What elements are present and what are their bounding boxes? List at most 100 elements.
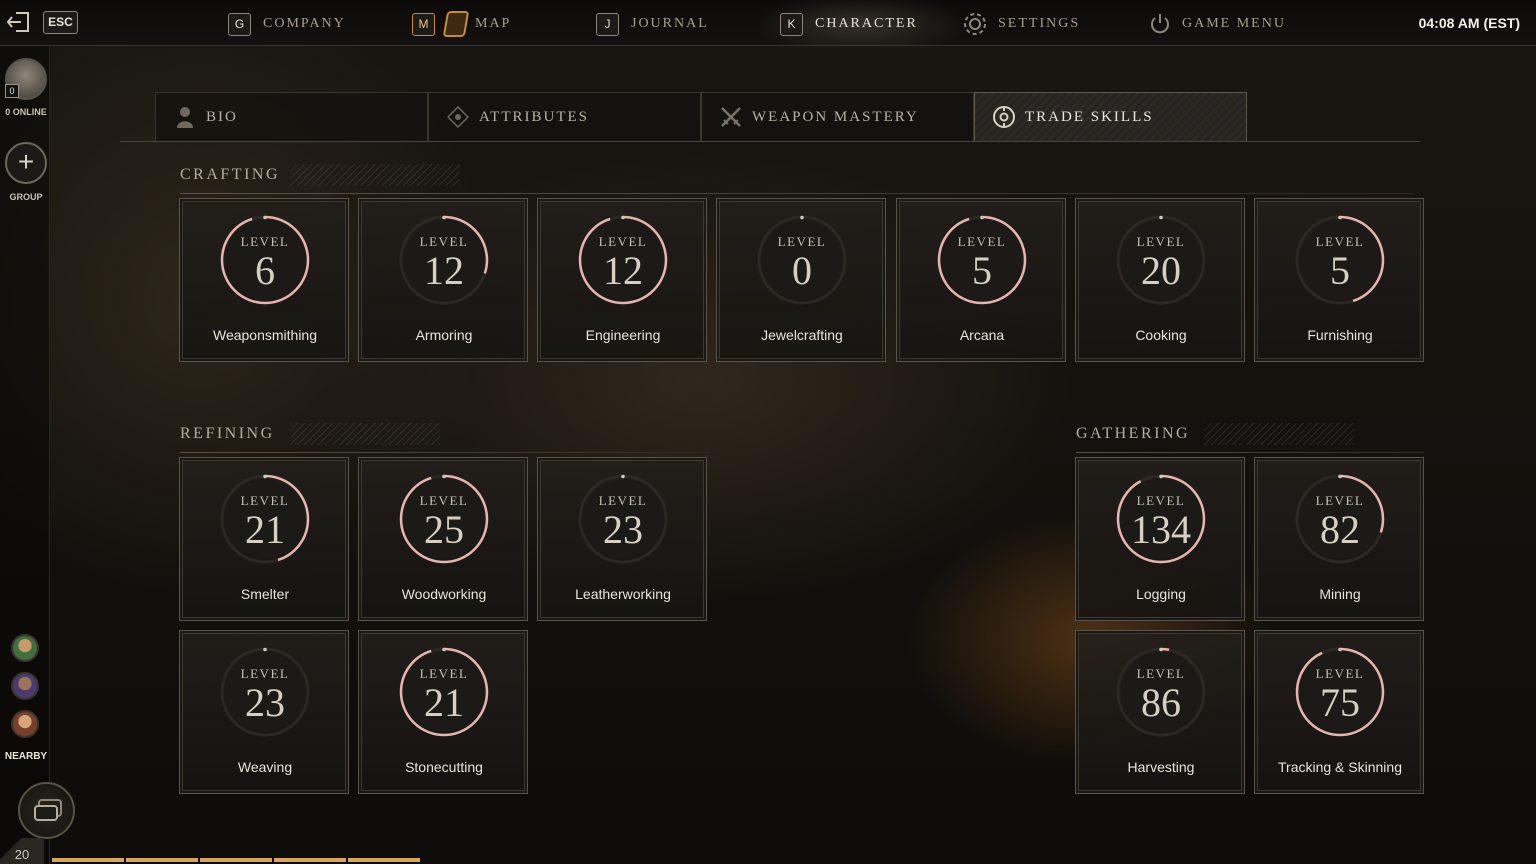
- header-hatch: [1204, 423, 1354, 445]
- tab-weapon-mastery[interactable]: WEAPON MASTERY: [701, 92, 974, 142]
- skill-card-logging[interactable]: LEVEL 134 Logging: [1075, 457, 1245, 621]
- skill-name: Armoring: [415, 327, 473, 343]
- tab-label: BIO: [206, 108, 238, 125]
- group-add-button[interactable]: +: [5, 142, 47, 184]
- skill-name: Weaponsmithing: [212, 327, 318, 343]
- skill-level-value: 134: [1131, 507, 1191, 552]
- nav-label: SETTINGS: [998, 16, 1081, 31]
- section-rule: [180, 193, 1414, 194]
- nearby-player-avatar[interactable]: [11, 672, 39, 700]
- tabs-divider: [120, 141, 1420, 142]
- skill-level-value: 75: [1320, 680, 1360, 725]
- nearby-label: NEARBY: [4, 751, 48, 762]
- skill-name: Stonecutting: [405, 759, 483, 775]
- tab-trade-skills[interactable]: TRADE SKILLS: [974, 92, 1247, 142]
- clock: 04:08 AM (EST): [1418, 15, 1520, 31]
- map-icon: [442, 11, 470, 37]
- top-bar: ESC G COMPANY M MAP J JOURNAL K CHARACTE…: [0, 0, 1536, 46]
- section-title: GATHERING: [1076, 425, 1191, 442]
- skill-name: Smelter: [240, 586, 290, 602]
- company-hotkey: G: [228, 12, 251, 36]
- skill-card-harvesting[interactable]: LEVEL 86 Harvesting: [1075, 630, 1245, 794]
- nearby-player-avatar[interactable]: [11, 710, 39, 738]
- nav-company[interactable]: G COMPANY: [228, 12, 346, 36]
- skill-level-value: 86: [1141, 680, 1181, 725]
- skill-card-weaponsmithing[interactable]: LEVEL 6 Weaponsmithing: [179, 198, 349, 362]
- exit-icon[interactable]: [5, 10, 31, 34]
- nav-character[interactable]: K CHARACTER: [780, 12, 918, 36]
- tab-bio[interactable]: BIO: [155, 92, 428, 142]
- skill-level-value: 21: [245, 507, 285, 552]
- character-hotkey: K: [780, 12, 803, 36]
- person-icon: [172, 104, 198, 130]
- skill-name: Harvesting: [1127, 759, 1195, 775]
- nav-settings[interactable]: SETTINGS: [962, 12, 1080, 36]
- character-tabs: BIO ATTRIBUTES WEAPON MASTERY TRADE SKIL…: [155, 92, 1249, 142]
- skill-name: Engineering: [585, 327, 661, 343]
- header-hatch: [290, 164, 460, 186]
- attribute-diamond-icon: [445, 104, 471, 130]
- skill-level-value: 23: [245, 680, 285, 725]
- skill-level-value: 0: [792, 248, 812, 293]
- journal-hotkey: J: [596, 12, 619, 36]
- power-icon: [1151, 14, 1169, 34]
- section-title: CRAFTING: [180, 166, 281, 183]
- skill-level-value: 20: [1141, 248, 1181, 293]
- nav-game-menu[interactable]: GAME MENU: [1148, 12, 1286, 36]
- xp-bar: [52, 858, 420, 862]
- trade-skills-icon: [991, 104, 1017, 130]
- skill-card-engineering[interactable]: LEVEL 12 Engineering: [537, 198, 707, 362]
- xp-segment: [274, 858, 346, 862]
- section-rule: [180, 452, 710, 453]
- chat-button[interactable]: [18, 782, 75, 839]
- xp-segment: [200, 858, 272, 862]
- nav-label: GAME MENU: [1182, 16, 1286, 31]
- skill-name: Mining: [1319, 586, 1361, 602]
- skill-level-value: 23: [603, 507, 643, 552]
- skill-card-cooking[interactable]: LEVEL 20 Cooking: [1075, 198, 1245, 362]
- xp-segment: [126, 858, 198, 862]
- xp-segment: [348, 858, 420, 862]
- refining-header: REFINING: [180, 423, 710, 453]
- skill-name: Cooking: [1135, 327, 1187, 343]
- skill-card-smelter[interactable]: LEVEL 21 Smelter: [179, 457, 349, 621]
- nav-map[interactable]: M MAP: [412, 11, 511, 37]
- skill-card-armoring[interactable]: LEVEL 12 Armoring: [358, 198, 528, 362]
- gear-icon: [964, 13, 986, 35]
- skill-card-arcana[interactable]: LEVEL 5 Arcana: [896, 198, 1066, 362]
- skill-card-furnishing[interactable]: LEVEL 5 Furnishing: [1254, 198, 1424, 362]
- tab-label: ATTRIBUTES: [479, 108, 589, 125]
- skill-card-woodworking[interactable]: LEVEL 25 Woodworking: [358, 457, 528, 621]
- gathering-header: GATHERING: [1076, 423, 1424, 453]
- nav-label: JOURNAL: [631, 16, 709, 31]
- skill-name: Logging: [1136, 586, 1186, 602]
- tab-label: TRADE SKILLS: [1025, 108, 1154, 125]
- skill-card-weaving[interactable]: LEVEL 23 Weaving: [179, 630, 349, 794]
- skill-card-mining[interactable]: LEVEL 82 Mining: [1254, 457, 1424, 621]
- skill-name: Leatherworking: [575, 586, 671, 602]
- header-hatch: [290, 423, 440, 445]
- section-title: REFINING: [180, 425, 275, 442]
- skill-level-value: 12: [603, 248, 643, 293]
- group-label: GROUP: [9, 192, 43, 202]
- tab-attributes[interactable]: ATTRIBUTES: [428, 92, 701, 142]
- skill-card-stonecutting[interactable]: LEVEL 21 Stonecutting: [358, 630, 528, 794]
- skill-name: Weaving: [237, 759, 293, 775]
- esc-button[interactable]: ESC: [43, 11, 78, 34]
- skill-card-leatherworking[interactable]: LEVEL 23 Leatherworking: [537, 457, 707, 621]
- crossed-swords-icon: [718, 104, 744, 130]
- skill-level-value: 5: [972, 248, 992, 293]
- nav-journal[interactable]: J JOURNAL: [596, 12, 709, 36]
- nav-label: CHARACTER: [815, 16, 918, 31]
- skill-name: Woodworking: [401, 586, 487, 602]
- skill-name: Arcana: [959, 327, 1005, 343]
- skill-card-tracking-skinning[interactable]: LEVEL 75 Tracking & Skinning: [1254, 630, 1424, 794]
- xp-segment: [52, 858, 124, 862]
- skill-name: Jewelcrafting: [761, 327, 843, 343]
- player-level-badge: 20: [0, 838, 44, 864]
- nearby-player-avatar[interactable]: [11, 634, 39, 662]
- chat-icon: [34, 799, 62, 821]
- crafting-header: CRAFTING: [180, 164, 1414, 194]
- skill-name: Tracking & Skinning: [1278, 759, 1402, 775]
- skill-card-jewelcrafting[interactable]: LEVEL 0 Jewelcrafting: [716, 198, 886, 362]
